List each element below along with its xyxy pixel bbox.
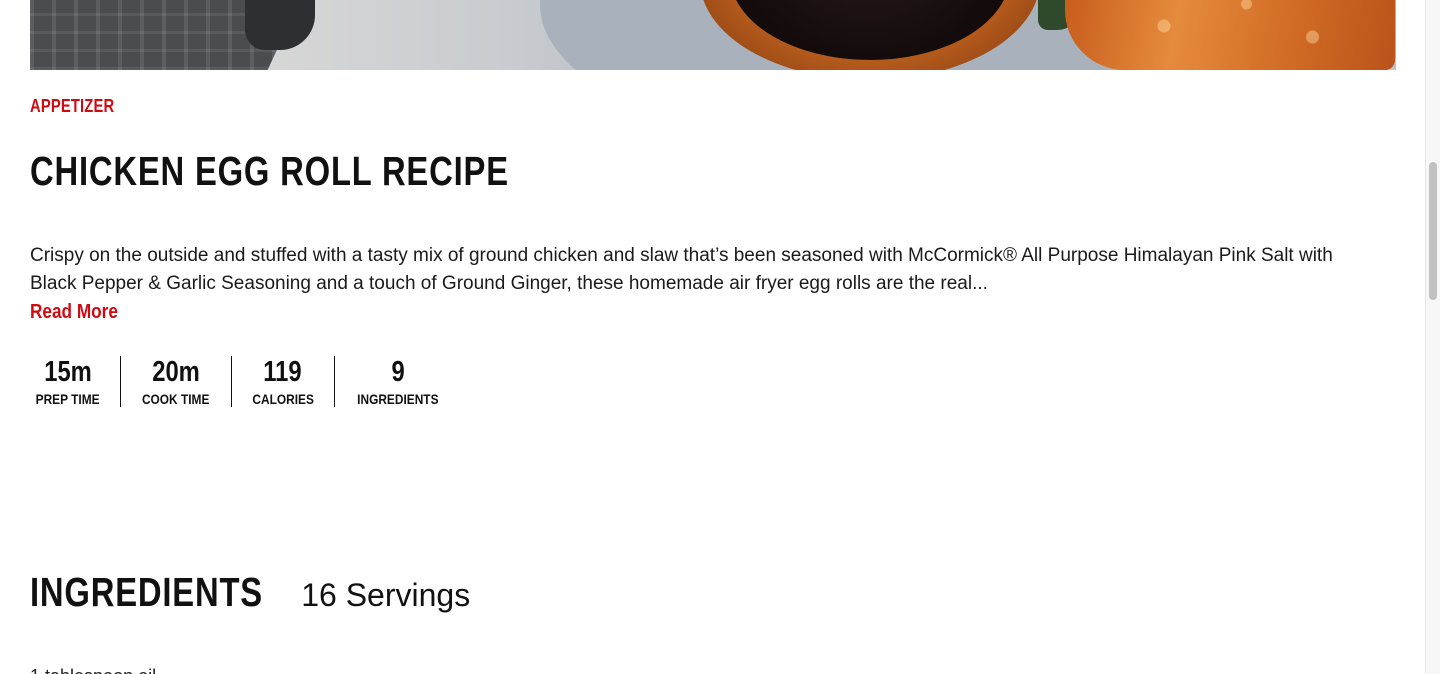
recipe-hero-image	[30, 0, 1396, 70]
stat-label: CALORIES	[251, 391, 314, 407]
page-scrollbar[interactable]	[1425, 0, 1440, 674]
stat-label: PREP TIME	[35, 391, 100, 407]
stat-label: INGREDIENTS	[357, 391, 439, 407]
read-more-link[interactable]: Read More	[30, 298, 118, 326]
page-content: APPETIZER CHICKEN EGG ROLL RECIPE Crispy…	[0, 0, 1425, 674]
recipe-description: Crispy on the outside and stuffed with a…	[30, 245, 1333, 294]
stat-value: 9	[391, 356, 405, 388]
recipe-category-link[interactable]: APPETIZER	[30, 96, 114, 117]
ingredients-title: INGREDIENTS	[30, 569, 263, 615]
stat-value: 119	[263, 356, 302, 388]
ingredient-item: 1 tablespoon oil	[30, 664, 156, 674]
scrollbar-thumb[interactable]	[1429, 162, 1437, 300]
recipe-page: APPETIZER CHICKEN EGG ROLL RECIPE Crispy…	[0, 0, 1440, 674]
recipe-stats: 15m PREP TIME 20m COOK TIME 119 CALORIES…	[30, 356, 461, 407]
egg-roll-shape	[1065, 0, 1395, 70]
towel-fold-shape	[245, 0, 315, 50]
servings-count: 16 Servings	[301, 577, 471, 613]
stat-ingredients-count: 9 INGREDIENTS	[333, 356, 461, 407]
stat-cook-time: 20m COOK TIME	[120, 356, 230, 407]
stat-prep-time: 15m PREP TIME	[30, 356, 120, 407]
stat-value: 15m	[43, 356, 92, 388]
ingredients-heading: INGREDIENTS 16 Servings	[30, 566, 470, 618]
stat-label: COOK TIME	[142, 391, 210, 407]
recipe-title: CHICKEN EGG ROLL RECIPE	[30, 148, 509, 194]
stat-value: 20m	[152, 356, 200, 388]
stat-calories: 119 CALORIES	[230, 356, 334, 407]
